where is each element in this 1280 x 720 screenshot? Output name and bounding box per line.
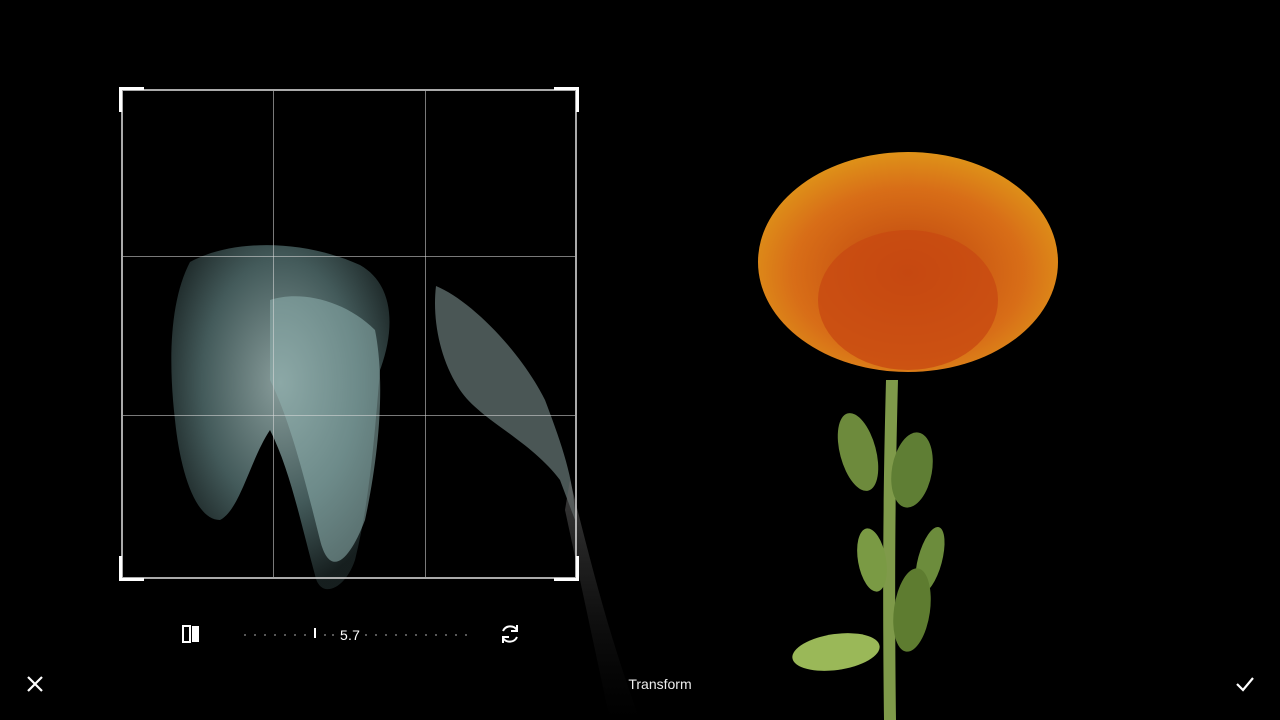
crop-frame[interactable]	[119, 87, 579, 581]
rotate-icon	[502, 625, 518, 643]
grid-line-vertical	[273, 91, 274, 577]
crop-handle-bottom-left[interactable]	[119, 556, 144, 581]
cancel-button[interactable]	[21, 670, 49, 698]
rotation-slider[interactable]: 5.7	[240, 620, 470, 648]
grid-line-horizontal	[123, 415, 575, 416]
flip-button[interactable]	[177, 620, 205, 648]
grid-line-vertical	[425, 91, 426, 577]
crop-handle-top-right[interactable]	[554, 87, 579, 112]
check-icon	[1236, 677, 1254, 692]
rotation-indicator	[314, 628, 316, 638]
rotation-value: 5.7	[340, 627, 361, 643]
photo-editor-canvas: 5.7 Transform	[0, 0, 1280, 720]
grid-line-horizontal	[123, 256, 575, 257]
rotate-button[interactable]	[496, 620, 524, 648]
confirm-button[interactable]	[1231, 670, 1259, 698]
crop-handle-top-left[interactable]	[119, 87, 144, 112]
close-icon	[27, 676, 43, 692]
flip-horizontal-icon	[182, 625, 199, 643]
editor-mode-title: Transform	[628, 676, 692, 692]
crop-handle-bottom-right[interactable]	[554, 556, 579, 581]
